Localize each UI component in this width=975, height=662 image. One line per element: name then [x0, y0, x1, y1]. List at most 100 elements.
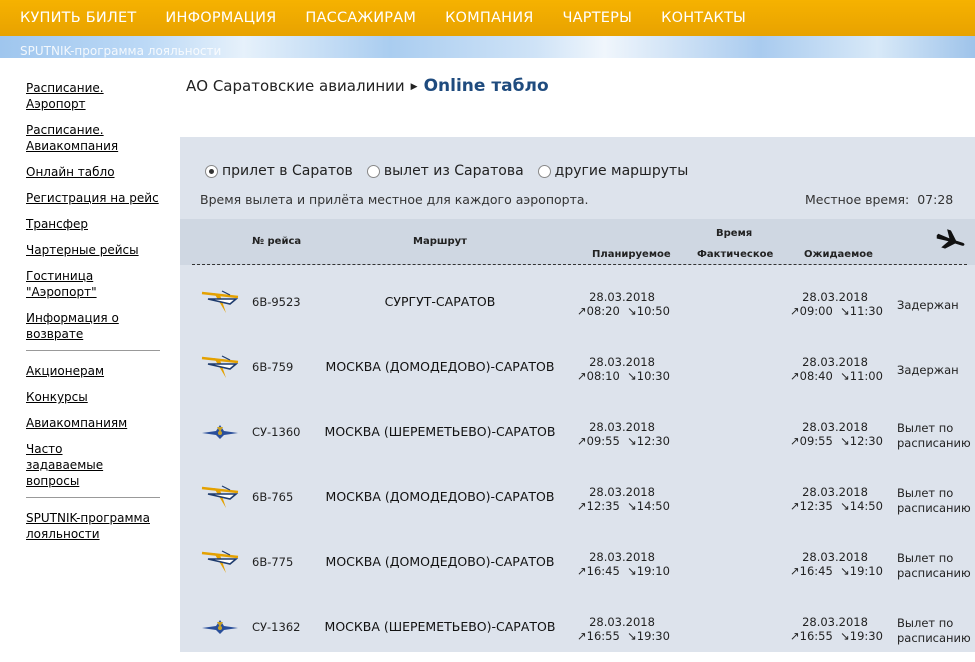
- sidebar-item-checkin[interactable]: Регистрация на рейс: [26, 190, 166, 206]
- direction-radio-group: прилет в Саратов вылет из Саратова други…: [205, 163, 702, 179]
- departure-arrow-icon: ↗: [790, 499, 800, 513]
- flight-route: МОСКВА (ДОМОДЕДОВО)-САРАТОВ: [325, 489, 555, 504]
- sidebar-item-online-board[interactable]: Онлайн табло: [26, 164, 166, 180]
- sidebar-item-loyalty[interactable]: SPUTNIK-программа лояльности: [26, 510, 151, 542]
- planned-time: 28.03.2018 ↗16:55 ↘19:30: [577, 615, 670, 643]
- flight-route: МОСКВА (ДОМОДЕДОВО)-САРАТОВ: [325, 554, 555, 569]
- header-time: Время: [716, 228, 753, 239]
- table-row[interactable]: СУ-1360 МОСКВА (ШЕРЕМЕТЬЕВО)-САРАТОВ 28.…: [180, 402, 975, 467]
- departure-arrow-icon: ↗: [790, 629, 800, 643]
- breadcrumb-arrow-icon: ▶: [410, 82, 418, 92]
- departure-arrow-icon: ↗: [790, 434, 800, 448]
- radio-button-checked[interactable]: [205, 164, 218, 178]
- sidebar-divider: [26, 497, 160, 498]
- header-actual: Фактическое: [697, 249, 774, 260]
- banner-text: SPUTNIK-программа лояльности: [20, 44, 222, 58]
- table-row[interactable]: СУ-1362 МОСКВА (ШЕРЕМЕТЬЕВО)-САРАТОВ 28.…: [180, 597, 975, 662]
- table-row[interactable]: 6В-9523 СУРГУТ-САРАТОВ 28.03.2018 ↗08:20…: [180, 272, 975, 337]
- flight-status: Вылет по расписанию: [897, 616, 971, 645]
- nav-information[interactable]: ИНФОРМАЦИЯ: [165, 10, 276, 26]
- expected-time: 28.03.2018 ↗12:35 ↘14:50: [790, 485, 883, 513]
- airline-logo-icon: [200, 287, 240, 317]
- header-planned: Планируемое: [592, 249, 671, 260]
- arrival-arrow-icon: ↘: [627, 629, 637, 643]
- breadcrumb: АО Саратовские авиалинии ▶ Online табло: [186, 76, 549, 96]
- arrival-arrow-icon: ↘: [627, 369, 637, 383]
- sidebar-item-airport-schedule[interactable]: Расписание. Аэропорт: [26, 80, 166, 112]
- flight-route: СУРГУТ-САРАТОВ: [384, 294, 496, 309]
- sidebar: Расписание. Аэропорт Расписание. Авиаком…: [26, 58, 166, 552]
- sidebar-item-airlines[interactable]: Авиакомпаниям: [26, 415, 166, 431]
- expected-time: 28.03.2018 ↗08:40 ↘11:00: [790, 355, 883, 383]
- page-title: Online табло: [423, 76, 549, 96]
- nav-company[interactable]: КОМПАНИЯ: [445, 10, 533, 26]
- sidebar-item-hotel[interactable]: Гостиница "Аэропорт": [26, 268, 166, 300]
- nav-charters[interactable]: ЧАРТЕРЫ: [563, 10, 633, 26]
- arrival-arrow-icon: ↘: [840, 629, 850, 643]
- sidebar-item-faq[interactable]: Часто задаваемые вопросы: [26, 441, 141, 489]
- header-expected: Ожидаемое: [804, 249, 873, 260]
- flight-route: МОСКВА (ШЕРЕМЕТЬЕВО)-САРАТОВ: [324, 619, 556, 634]
- flight-status: Вылет по расписанию: [897, 551, 971, 580]
- planned-time: 28.03.2018 ↗16:45 ↘19:10: [577, 550, 670, 578]
- flight-number: 6В-9523: [252, 295, 301, 309]
- sidebar-item-transfer[interactable]: Трансфер: [26, 216, 166, 232]
- arrival-arrow-icon: ↘: [840, 434, 850, 448]
- arrival-arrow-icon: ↘: [840, 564, 850, 578]
- expected-time: 28.03.2018 ↗09:00 ↘11:30: [790, 290, 883, 318]
- flight-number: 6В-765: [252, 490, 294, 504]
- sidebar-item-charters[interactable]: Чартерные рейсы: [26, 242, 166, 258]
- plane-icon: [936, 229, 965, 249]
- airline-logo-icon: [200, 352, 240, 382]
- departure-arrow-icon: ↗: [577, 434, 587, 448]
- header-route: Маршрут: [413, 236, 467, 247]
- radio-button[interactable]: [537, 164, 551, 178]
- nav-buy-ticket[interactable]: КУПИТЬ БИЛЕТ: [20, 10, 136, 26]
- sidebar-item-refund-info[interactable]: Информация о возврате: [26, 310, 126, 342]
- arrival-arrow-icon: ↘: [840, 499, 850, 513]
- breadcrumb-parent[interactable]: АО Саратовские авиалинии: [186, 77, 405, 95]
- departure-arrow-icon: ↗: [577, 499, 587, 513]
- departure-arrow-icon: ↗: [790, 369, 800, 383]
- airline-logo-icon: [200, 482, 240, 512]
- local-time: Местное время: 07:28: [805, 192, 954, 207]
- arrival-arrow-icon: ↘: [840, 369, 850, 383]
- departure-arrow-icon: ↗: [577, 304, 587, 318]
- departure-arrow-icon: ↗: [577, 564, 587, 578]
- flight-status: Задержан: [897, 298, 959, 312]
- flight-number: 6В-775: [252, 555, 294, 569]
- top-navigation: КУПИТЬ БИЛЕТ ИНФОРМАЦИЯ ПАССАЖИРАМ КОМПА…: [0, 0, 975, 36]
- table-row[interactable]: 6В-765 МОСКВА (ДОМОДЕДОВО)-САРАТОВ 28.03…: [180, 467, 975, 532]
- departure-arrow-icon: ↗: [790, 304, 800, 318]
- flight-route: МОСКВА (ШЕРЕМЕТЬЕВО)-САРАТОВ: [324, 424, 556, 439]
- arrival-arrow-icon: ↘: [627, 499, 637, 513]
- arrival-arrow-icon: ↘: [627, 564, 637, 578]
- planned-time: 28.03.2018 ↗08:20 ↘10:50: [577, 290, 670, 318]
- planned-time: 28.03.2018 ↗09:55 ↘12:30: [577, 420, 670, 448]
- table-row[interactable]: 6В-775 МОСКВА (ДОМОДЕДОВО)-САРАТОВ 28.03…: [180, 532, 975, 597]
- radio-departure[interactable]: вылет из Саратова: [366, 163, 524, 179]
- radio-button[interactable]: [366, 164, 380, 178]
- flight-number: СУ-1360: [252, 425, 301, 439]
- sidebar-item-tenders[interactable]: Конкурсы: [26, 389, 166, 405]
- planned-time: 28.03.2018 ↗12:35 ↘14:50: [577, 485, 670, 513]
- sidebar-divider: [26, 350, 160, 351]
- arrival-arrow-icon: ↘: [627, 434, 637, 448]
- arrival-arrow-icon: ↘: [840, 304, 850, 318]
- radio-arrival[interactable]: прилет в Саратов: [205, 163, 353, 179]
- sidebar-item-shareholders[interactable]: Акционерам: [26, 363, 166, 379]
- nav-passengers[interactable]: ПАССАЖИРАМ: [305, 10, 416, 26]
- airline-logo-icon: [200, 612, 240, 642]
- header-flight-number: № рейса: [252, 236, 302, 247]
- table-row[interactable]: 6В-759 МОСКВА (ДОМОДЕДОВО)-САРАТОВ 28.03…: [180, 337, 975, 402]
- nav-contacts[interactable]: КОНТАКТЫ: [661, 10, 746, 26]
- header-divider: [192, 264, 967, 265]
- planned-time: 28.03.2018 ↗08:10 ↘10:30: [577, 355, 670, 383]
- flight-route: МОСКВА (ДОМОДЕДОВО)-САРАТОВ: [325, 359, 555, 374]
- radio-other-routes[interactable]: другие маршруты: [537, 163, 688, 179]
- flight-status: Вылет по расписанию: [897, 421, 971, 450]
- flight-status: Задержан: [897, 363, 959, 377]
- sidebar-item-airline-schedule[interactable]: Расписание. Авиакомпания: [26, 122, 118, 154]
- sky-banner: SPUTNIK-программа лояльности: [0, 36, 975, 58]
- departure-arrow-icon: ↗: [577, 369, 587, 383]
